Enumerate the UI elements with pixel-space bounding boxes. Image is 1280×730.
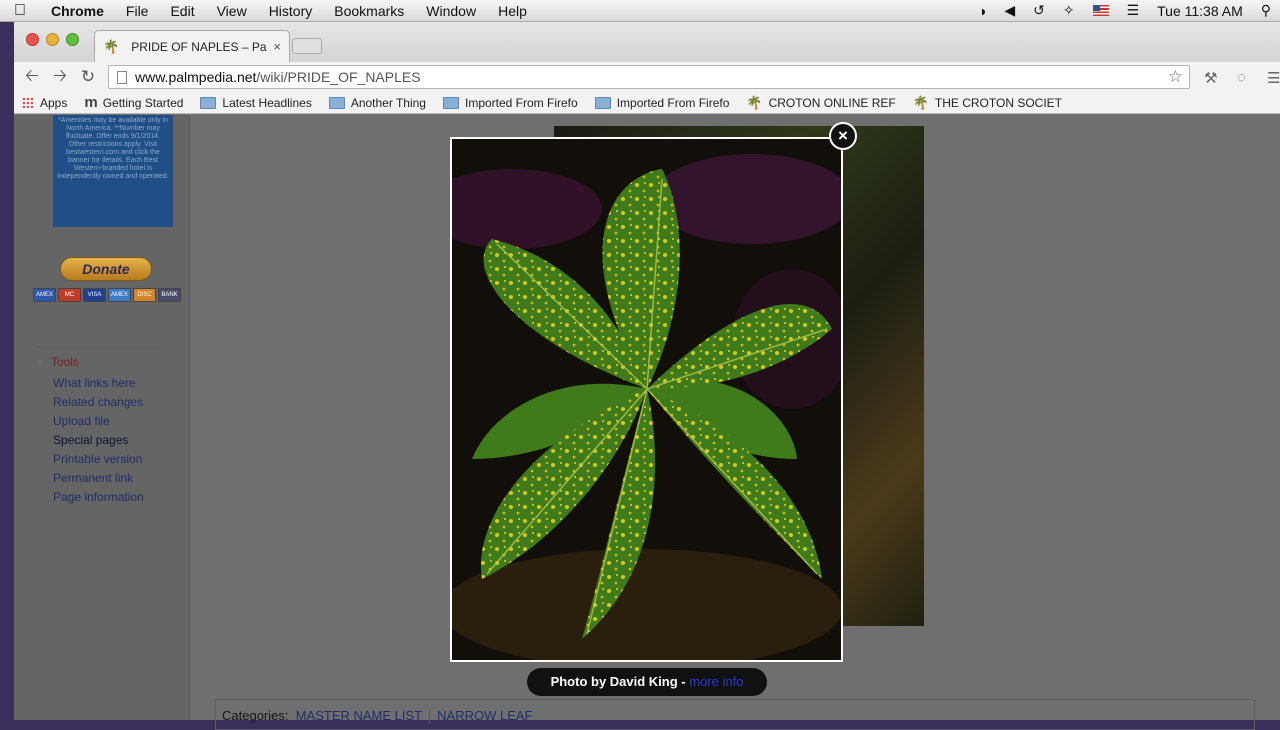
forward-icon[interactable]: 🡢 <box>46 63 74 92</box>
card-discover-icon: DISC <box>133 288 156 302</box>
croton-leaves-image <box>452 139 841 660</box>
menu-view[interactable]: View <box>206 0 258 22</box>
bookmark-star-icon[interactable]: ☆ <box>1168 67 1183 87</box>
mac-menubar:  Chrome File Edit View History Bookmark… <box>0 0 1280 22</box>
bluetooth-icon[interactable]: ✧ <box>1054 2 1084 19</box>
back-icon[interactable]: 🡠 <box>18 63 46 92</box>
lightbox-frame <box>450 137 843 662</box>
reload-icon[interactable]: ↻ <box>74 67 102 87</box>
bookmark-imported-2[interactable]: Imported From Firefo <box>594 96 729 110</box>
status-area: ◑ ◀ ↺ ✧ ☰ Tue 11:38 AM ⚲ <box>969 2 1280 19</box>
bookmark-croton-online[interactable]: 🌴 CROTON ONLINE REF <box>746 95 895 111</box>
extension2-icon[interactable]: ◌ <box>1237 69 1246 86</box>
bookmarks-bar: Apps m Getting Started Latest Headlines A… <box>14 92 1280 114</box>
palm-favicon-icon: 🌴 <box>103 38 120 54</box>
categories-label: Categories: <box>222 708 289 723</box>
menu-bookmarks[interactable]: Bookmarks <box>323 0 415 22</box>
tool-special-pages[interactable]: Special pages <box>53 431 144 450</box>
apple-icon[interactable]:  <box>0 2 40 20</box>
folder-icon <box>200 96 217 109</box>
bookmark-another-thing[interactable]: Another Thing <box>328 96 426 110</box>
apps-grid-icon <box>22 97 33 108</box>
bookmark-getting-started[interactable]: m Getting Started <box>84 94 183 111</box>
card-amex-icon: AMEX <box>33 288 56 302</box>
moon-icon[interactable]: ◑ <box>969 3 995 19</box>
time-machine-icon[interactable]: ↺ <box>1024 2 1054 19</box>
card-bank-icon: BANK <box>158 288 181 302</box>
menu-file[interactable]: File <box>115 0 160 22</box>
card-visa-icon: VISA <box>83 288 106 302</box>
address-domain: www.palmpedia.net <box>135 69 257 85</box>
bookmark-latest-headlines[interactable]: Latest Headlines <box>200 96 312 110</box>
divider <box>36 347 160 348</box>
card-amex2-icon: AMEX <box>108 288 131 302</box>
palm-icon: 🌴 <box>746 94 763 110</box>
address-bar[interactable]: www.palmpedia.net/wiki/PRIDE_OF_NAPLES ☆ <box>108 65 1190 89</box>
m-icon: m <box>84 94 98 111</box>
page-icon <box>117 71 127 84</box>
sidebar: *Amenities may be available only in Nort… <box>14 115 190 720</box>
input-source-icon[interactable] <box>1084 5 1118 16</box>
new-tab-button[interactable] <box>292 38 322 54</box>
advertisement[interactable]: *Amenities may be available only in Nort… <box>53 115 173 227</box>
categories-box: Categories: MASTER NAME LIST NARROW LEAF <box>215 699 1255 730</box>
address-path: /wiki/PRIDE_OF_NAPLES <box>256 69 421 85</box>
more-info-link[interactable]: more info <box>689 674 743 689</box>
bookmark-apps[interactable]: Apps <box>14 96 67 110</box>
folder-icon <box>328 96 345 109</box>
clock[interactable]: Tue 11:38 AM <box>1148 3 1252 19</box>
collapse-triangle-icon: ▼ <box>36 357 44 367</box>
menu-window[interactable]: Window <box>415 0 487 22</box>
browser-window: 🌴 PRIDE OF NAPLES – Palmpe × 🡠 🡢 ↻ www.p… <box>14 22 1280 730</box>
tab-strip: 🌴 PRIDE OF NAPLES – Palmpe × <box>14 22 1280 62</box>
menu-edit[interactable]: Edit <box>159 0 205 22</box>
volume-icon[interactable]: ◀ <box>995 2 1024 19</box>
browser-toolbar: 🡠 🡢 ↻ www.palmpedia.net/wiki/PRIDE_OF_NA… <box>14 62 1280 92</box>
bookmark-imported-1[interactable]: Imported From Firefo <box>442 96 578 110</box>
page-content: *Amenities may be available only in Nort… <box>14 115 1280 730</box>
lightbox-close-button[interactable]: × <box>829 122 857 150</box>
tool-what-links-here[interactable]: What links here <box>53 374 144 393</box>
tool-page-information[interactable]: Page information <box>53 488 144 507</box>
folder-icon <box>594 96 611 109</box>
photo-caption: Photo by David King - more info <box>527 668 767 696</box>
tab-close-icon[interactable]: × <box>267 39 281 54</box>
tool-related-changes[interactable]: Related changes <box>53 393 144 412</box>
zoom-window-icon[interactable] <box>66 33 79 46</box>
donate-button[interactable]: Donate <box>60 257 152 281</box>
close-window-icon[interactable] <box>26 33 39 46</box>
caption-text: Photo by David King - <box>550 674 690 689</box>
tool-upload-file[interactable]: Upload file <box>53 412 144 431</box>
tab-active[interactable]: 🌴 PRIDE OF NAPLES – Palmpe × <box>94 30 290 62</box>
card-mastercard-icon: MC <box>58 288 81 302</box>
folder-icon <box>442 96 459 109</box>
menu-history[interactable]: History <box>258 0 324 22</box>
tools-list: What links here Related changes Upload f… <box>53 374 144 507</box>
category-master-name-list[interactable]: MASTER NAME LIST <box>296 708 422 723</box>
tool-permanent-link[interactable]: Permanent link <box>53 469 144 488</box>
croton-photo[interactable] <box>452 139 841 660</box>
spotlight-icon[interactable]: ⚲ <box>1252 2 1280 19</box>
extension-icon[interactable]: ⚒ <box>1204 69 1217 87</box>
tools-heading[interactable]: ▼ Tools <box>36 355 79 369</box>
category-narrow-leaf[interactable]: NARROW LEAF <box>437 708 532 723</box>
minimize-window-icon[interactable] <box>46 33 59 46</box>
payment-cards: AMEX MC VISA AMEX DISC BANK <box>33 288 181 302</box>
bookmark-croton-society[interactable]: 🌴 THE CROTON SOCIET <box>913 95 1062 111</box>
menu-hamburger-icon[interactable]: ☰ <box>1267 69 1280 87</box>
menu-help[interactable]: Help <box>487 0 538 22</box>
tab-title: PRIDE OF NAPLES – Palmpe <box>131 39 267 54</box>
tool-printable-version[interactable]: Printable version <box>53 450 144 469</box>
menu-app[interactable]: Chrome <box>40 0 115 22</box>
palm-icon: 🌴 <box>912 94 929 110</box>
wifi-icon[interactable]: ☰ <box>1118 2 1149 19</box>
